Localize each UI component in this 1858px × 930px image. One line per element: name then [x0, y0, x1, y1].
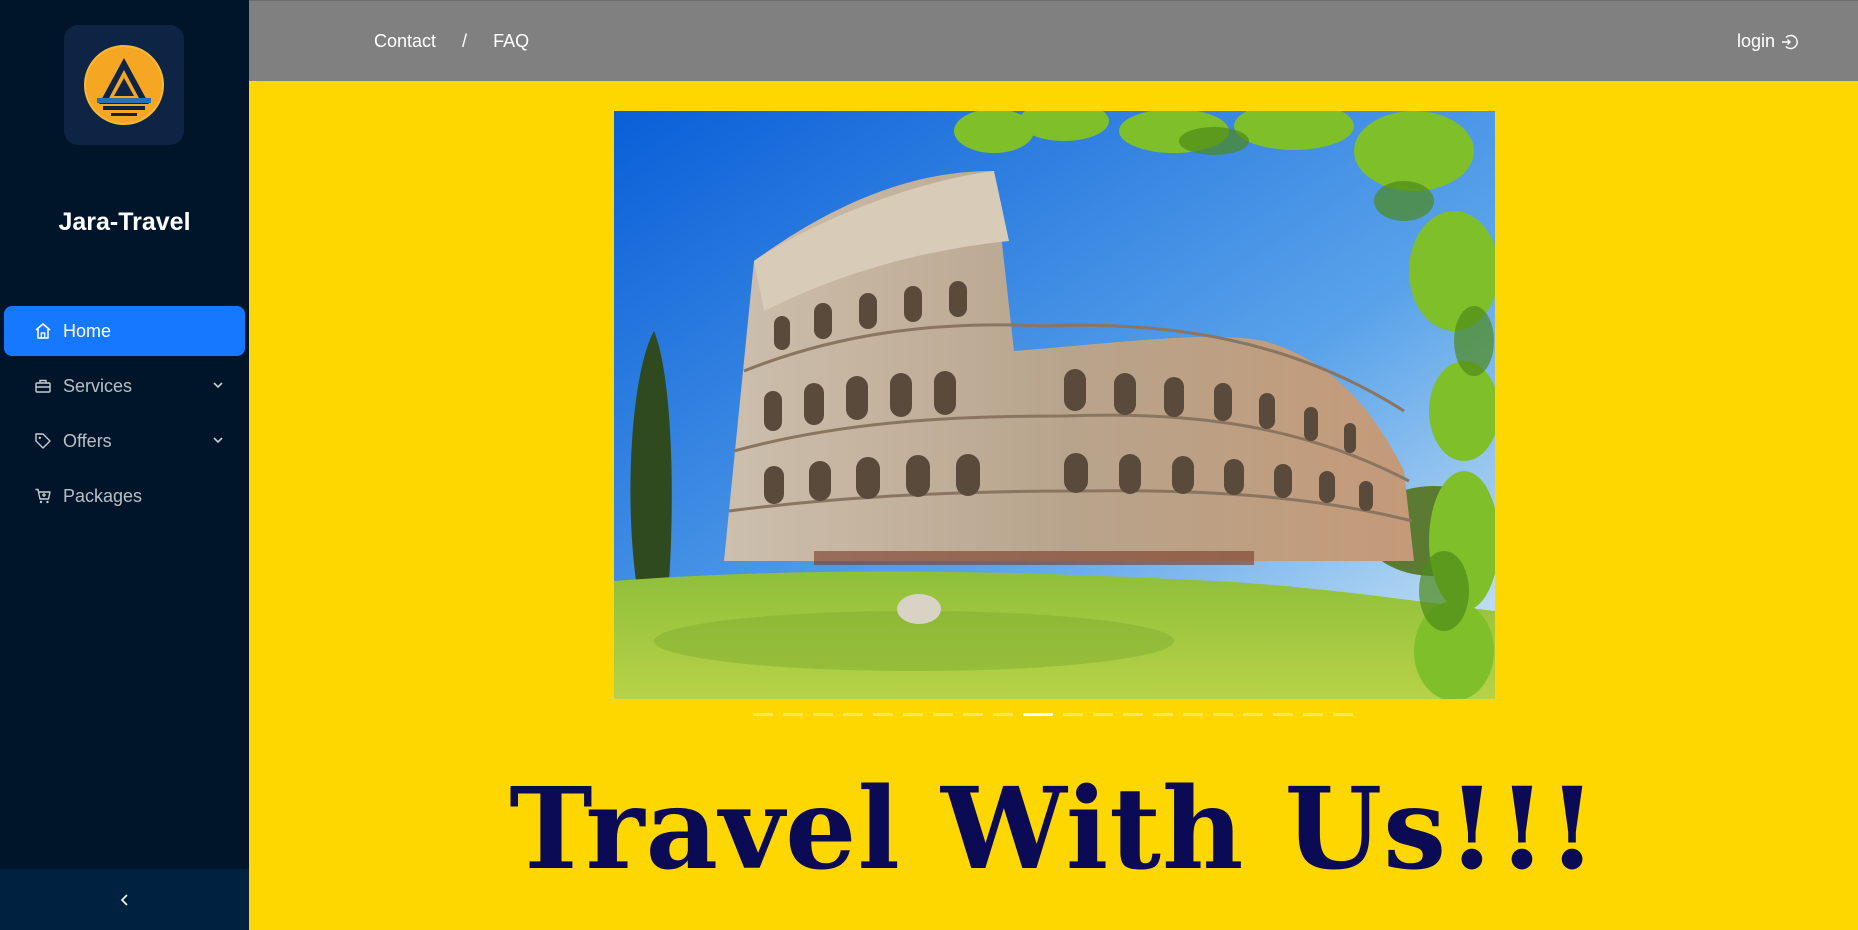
chevron-down-icon[interactable]	[211, 378, 225, 392]
nav-separator: /	[462, 31, 468, 51]
login-label: login	[1736, 31, 1775, 51]
top-navbar: Contact / FAQ login	[249, 0, 1858, 81]
sidebar: Jara-Travel Home Services Offers Package…	[0, 0, 249, 930]
top-nav-links: Contact / FAQ	[374, 31, 529, 52]
sidebar-collapse-button[interactable]	[0, 869, 249, 930]
contact-link[interactable]: Contact	[374, 31, 436, 52]
sidebar-item-offers[interactable]: Offers	[4, 416, 245, 466]
carousel-dot[interactable]	[1213, 713, 1233, 716]
sidebar-item-label: Home	[63, 320, 112, 341]
carousel-dot[interactable]	[1153, 713, 1173, 716]
sidebar-menu: Home Services Offers Packages	[0, 306, 249, 526]
hero-headline: Travel With Us!!!	[509, 764, 1598, 895]
brand-logo[interactable]	[64, 25, 184, 145]
home-icon	[33, 321, 53, 341]
carousel-dot[interactable]	[1023, 713, 1053, 716]
login-button[interactable]: login	[1737, 31, 1798, 52]
carousel-dot[interactable]	[1303, 713, 1323, 716]
sidebar-item-services[interactable]: Services	[4, 361, 245, 411]
carousel-dot[interactable]	[963, 713, 983, 716]
carousel-dot[interactable]	[1093, 713, 1113, 716]
carousel-dot[interactable]	[873, 713, 893, 716]
chevron-down-icon[interactable]	[211, 433, 225, 447]
hero-carousel[interactable]	[614, 111, 1495, 699]
carousel-dot[interactable]	[1273, 713, 1293, 716]
sidebar-item-packages[interactable]: Packages	[4, 471, 245, 521]
carousel-indicators	[753, 713, 1363, 716]
carousel-dot[interactable]	[1333, 713, 1353, 716]
carousel-dot[interactable]	[1063, 713, 1083, 716]
carousel-dot[interactable]	[1243, 713, 1263, 716]
carousel-dot[interactable]	[783, 713, 803, 716]
faq-link[interactable]: FAQ	[493, 31, 529, 52]
brand-name: Jara-Travel	[58, 208, 191, 236]
colosseum-image	[614, 111, 1495, 699]
sidebar-item-home[interactable]: Home	[4, 306, 245, 356]
login-icon	[1782, 34, 1798, 49]
carousel-dot[interactable]	[1123, 713, 1143, 716]
app-root: Jara-Travel Home Services Offers Package…	[0, 0, 1858, 930]
tag-icon	[33, 431, 53, 451]
carousel-dot[interactable]	[903, 713, 923, 716]
sidebar-item-label: Services	[63, 375, 133, 396]
carousel-dot[interactable]	[993, 713, 1013, 716]
briefcase-icon	[33, 376, 53, 396]
chevron-left-icon	[120, 893, 128, 906]
sidebar-item-label: Offers	[63, 430, 112, 451]
carousel-dot[interactable]	[843, 713, 863, 716]
main-content: Contact / FAQ login Travel With Us!!!	[249, 0, 1858, 930]
carousel-dot[interactable]	[1183, 713, 1203, 716]
carousel-dot[interactable]	[933, 713, 953, 716]
sidebar-item-label: Packages	[63, 485, 143, 506]
cart-icon	[33, 486, 53, 506]
carousel-dot[interactable]	[813, 713, 833, 716]
logo-icon	[84, 45, 164, 125]
carousel-dot[interactable]	[753, 713, 773, 716]
